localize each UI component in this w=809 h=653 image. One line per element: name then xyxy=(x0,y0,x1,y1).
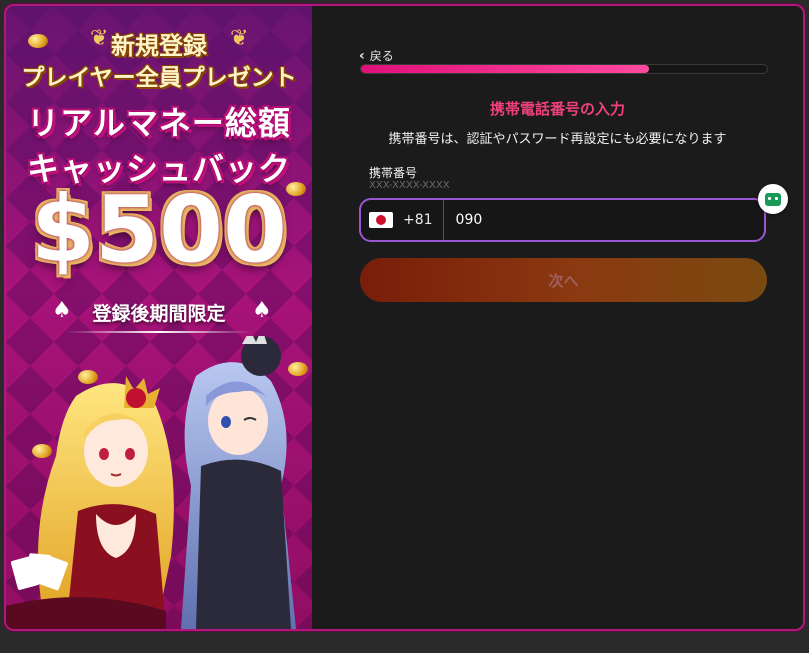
promo-heading-1: 新規登録 xyxy=(111,32,207,60)
phone-number-input[interactable] xyxy=(443,199,764,241)
promo-heading-2: プレイヤー全員プレゼント xyxy=(21,65,297,91)
progress-bar xyxy=(360,64,768,74)
promo-limited: 登録後期間限定 xyxy=(92,303,226,325)
back-label: 戻る xyxy=(369,49,394,63)
phone-field: +81 xyxy=(359,198,766,242)
promo-headline-1: リアルマネー総額 xyxy=(27,104,291,142)
form-subtitle: 携帯番号は、認証やパスワード再設定にも必要になります xyxy=(388,132,727,147)
anime-characters-illustration xyxy=(6,336,296,629)
country-code: +81 xyxy=(403,212,433,228)
promo-divider xyxy=(66,331,252,333)
chat-bot-icon xyxy=(765,192,781,206)
coin-icon xyxy=(28,34,48,48)
progress-fill xyxy=(361,65,650,73)
phone-form-panel: ‹ 戻る 携帯電話番号の入力 携帯番号は、認証やパスワード再設定にも必要になりま… xyxy=(312,6,803,629)
coin-icon xyxy=(286,182,306,196)
promo-amount: $500 xyxy=(30,176,288,283)
registration-modal: ❦ ❦ 新規登録 プレイヤー全員プレゼント リアルマネー総額 キャッシュバック … xyxy=(4,4,805,631)
form-title: 携帯電話番号の入力 xyxy=(489,100,625,118)
promo-banner: ❦ ❦ 新規登録 プレイヤー全員プレゼント リアルマネー総額 キャッシュバック … xyxy=(6,6,312,629)
phone-label: 携帯番号 xyxy=(369,166,418,180)
chat-bot-button[interactable] xyxy=(758,184,788,214)
country-code-selector[interactable]: +81 xyxy=(361,200,444,240)
japan-flag-icon xyxy=(369,212,393,228)
back-link[interactable]: ‹ 戻る xyxy=(359,47,394,64)
chevron-left-icon: ‹ xyxy=(359,47,365,64)
phone-format-hint: XXX-XXXX-XXXX xyxy=(369,180,450,191)
next-button[interactable]: 次へ xyxy=(360,258,767,302)
